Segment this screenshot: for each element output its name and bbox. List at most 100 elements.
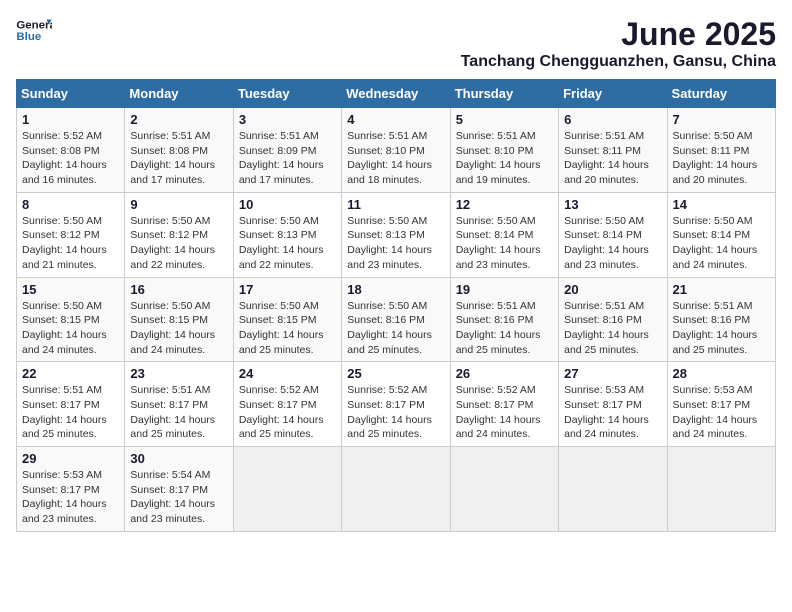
day-info: Sunrise: 5:50 AM Sunset: 8:15 PM Dayligh…	[22, 299, 119, 358]
svg-text:General: General	[16, 19, 52, 31]
day-number: 16	[130, 282, 227, 297]
day-info: Sunrise: 5:50 AM Sunset: 8:14 PM Dayligh…	[673, 214, 770, 273]
day-cell: 30Sunrise: 5:54 AM Sunset: 8:17 PM Dayli…	[125, 447, 233, 532]
day-info: Sunrise: 5:51 AM Sunset: 8:17 PM Dayligh…	[130, 383, 227, 442]
day-cell	[667, 447, 775, 532]
week-row-4: 29 Sunrise: 5:53 AM Sunset: 8:17 PM Dayli…	[17, 447, 776, 532]
day-cell: 13 Sunrise: 5:50 AM Sunset: 8:14 PM Dayli…	[559, 192, 667, 277]
day-number: 20	[564, 282, 661, 297]
day-cell	[450, 447, 558, 532]
day-info: Sunrise: 5:50 AM Sunset: 8:15 PM Dayligh…	[130, 299, 227, 358]
day-cell: 20 Sunrise: 5:51 AM Sunset: 8:16 PM Dayli…	[559, 277, 667, 362]
day-cell: 5 Sunrise: 5:51 AM Sunset: 8:10 PM Daylig…	[450, 108, 558, 193]
day-number: 13	[564, 197, 661, 212]
day-number: 4	[347, 112, 444, 127]
day-cell: 21Sunrise: 5:51 AM Sunset: 8:16 PM Dayli…	[667, 277, 775, 362]
day-number: 8	[22, 197, 119, 212]
day-info: Sunrise: 5:50 AM Sunset: 8:13 PM Dayligh…	[239, 214, 336, 273]
day-cell: 9Sunrise: 5:50 AM Sunset: 8:12 PM Daylig…	[125, 192, 233, 277]
day-number: 2	[130, 112, 227, 127]
day-cell: 18 Sunrise: 5:50 AM Sunset: 8:16 PM Dayli…	[342, 277, 450, 362]
day-cell: 4 Sunrise: 5:51 AM Sunset: 8:10 PM Daylig…	[342, 108, 450, 193]
day-number: 7	[673, 112, 770, 127]
day-number: 23	[130, 366, 227, 381]
day-cell: 8 Sunrise: 5:50 AM Sunset: 8:12 PM Daylig…	[17, 192, 125, 277]
day-cell: 28 Sunrise: 5:53 AM Sunset: 8:17 PM Dayli…	[667, 362, 775, 447]
day-cell: 19Sunrise: 5:51 AM Sunset: 8:16 PM Dayli…	[450, 277, 558, 362]
week-row-1: 8 Sunrise: 5:50 AM Sunset: 8:12 PM Daylig…	[17, 192, 776, 277]
day-info: Sunrise: 5:53 AM Sunset: 8:17 PM Dayligh…	[564, 383, 661, 442]
day-info: Sunrise: 5:51 AM Sunset: 8:09 PM Dayligh…	[239, 129, 336, 188]
header: General Blue June 2025 Tanchang Chenggua…	[16, 16, 776, 71]
day-info: Sunrise: 5:50 AM Sunset: 8:12 PM Dayligh…	[22, 214, 119, 273]
day-cell: 2 Sunrise: 5:51 AM Sunset: 8:08 PM Daylig…	[125, 108, 233, 193]
day-cell: 7 Sunrise: 5:50 AM Sunset: 8:11 PM Daylig…	[667, 108, 775, 193]
day-number: 19	[456, 282, 553, 297]
day-info: Sunrise: 5:51 AM Sunset: 8:16 PM Dayligh…	[564, 299, 661, 358]
day-info: Sunrise: 5:53 AM Sunset: 8:17 PM Dayligh…	[22, 468, 119, 527]
svg-text:Blue: Blue	[16, 31, 41, 43]
day-info: Sunrise: 5:50 AM Sunset: 8:13 PM Dayligh…	[347, 214, 444, 273]
day-number: 10	[239, 197, 336, 212]
day-cell: 22 Sunrise: 5:51 AM Sunset: 8:17 PM Dayli…	[17, 362, 125, 447]
day-info: Sunrise: 5:52 AM Sunset: 8:17 PM Dayligh…	[456, 383, 553, 442]
day-info: Sunrise: 5:53 AM Sunset: 8:17 PM Dayligh…	[673, 383, 770, 442]
day-info: Sunrise: 5:52 AM Sunset: 8:17 PM Dayligh…	[347, 383, 444, 442]
day-info: Sunrise: 5:50 AM Sunset: 8:14 PM Dayligh…	[456, 214, 553, 273]
day-cell: 15 Sunrise: 5:50 AM Sunset: 8:15 PM Dayli…	[17, 277, 125, 362]
header-cell-tuesday: Tuesday	[233, 80, 341, 108]
day-number: 28	[673, 366, 770, 381]
week-row-0: 1Sunrise: 5:52 AM Sunset: 8:08 PM Daylig…	[17, 108, 776, 193]
calendar-body: 1Sunrise: 5:52 AM Sunset: 8:08 PM Daylig…	[17, 108, 776, 532]
day-info: Sunrise: 5:50 AM Sunset: 8:15 PM Dayligh…	[239, 299, 336, 358]
day-number: 22	[22, 366, 119, 381]
day-cell: 1Sunrise: 5:52 AM Sunset: 8:08 PM Daylig…	[17, 108, 125, 193]
location-title: Tanchang Chengguanzhen, Gansu, China	[461, 53, 776, 71]
day-cell: 29 Sunrise: 5:53 AM Sunset: 8:17 PM Dayli…	[17, 447, 125, 532]
day-info: Sunrise: 5:51 AM Sunset: 8:08 PM Dayligh…	[130, 129, 227, 188]
header-cell-sunday: Sunday	[17, 80, 125, 108]
header-cell-friday: Friday	[559, 80, 667, 108]
day-number: 18	[347, 282, 444, 297]
day-number: 17	[239, 282, 336, 297]
calendar: SundayMondayTuesdayWednesdayThursdayFrid…	[16, 79, 776, 532]
header-cell-thursday: Thursday	[450, 80, 558, 108]
day-cell: 6 Sunrise: 5:51 AM Sunset: 8:11 PM Daylig…	[559, 108, 667, 193]
day-number: 5	[456, 112, 553, 127]
day-info: Sunrise: 5:50 AM Sunset: 8:12 PM Dayligh…	[130, 214, 227, 273]
day-info: Sunrise: 5:50 AM Sunset: 8:16 PM Dayligh…	[347, 299, 444, 358]
day-number: 27	[564, 366, 661, 381]
day-number: 6	[564, 112, 661, 127]
day-cell: 24Sunrise: 5:52 AM Sunset: 8:17 PM Dayli…	[233, 362, 341, 447]
header-cell-monday: Monday	[125, 80, 233, 108]
day-cell: 12Sunrise: 5:50 AM Sunset: 8:14 PM Dayli…	[450, 192, 558, 277]
header-cell-wednesday: Wednesday	[342, 80, 450, 108]
day-info: Sunrise: 5:51 AM Sunset: 8:10 PM Dayligh…	[347, 129, 444, 188]
week-row-2: 15 Sunrise: 5:50 AM Sunset: 8:15 PM Dayli…	[17, 277, 776, 362]
day-number: 3	[239, 112, 336, 127]
day-cell: 23 Sunrise: 5:51 AM Sunset: 8:17 PM Dayli…	[125, 362, 233, 447]
day-number: 29	[22, 451, 119, 466]
logo-icon: General Blue	[16, 16, 52, 46]
day-info: Sunrise: 5:50 AM Sunset: 8:14 PM Dayligh…	[564, 214, 661, 273]
day-number: 25	[347, 366, 444, 381]
day-cell: 10 Sunrise: 5:50 AM Sunset: 8:13 PM Dayli…	[233, 192, 341, 277]
day-number: 15	[22, 282, 119, 297]
day-cell: 26 Sunrise: 5:52 AM Sunset: 8:17 PM Dayli…	[450, 362, 558, 447]
day-info: Sunrise: 5:51 AM Sunset: 8:11 PM Dayligh…	[564, 129, 661, 188]
day-number: 30	[130, 451, 227, 466]
day-info: Sunrise: 5:50 AM Sunset: 8:11 PM Dayligh…	[673, 129, 770, 188]
day-info: Sunrise: 5:51 AM Sunset: 8:10 PM Dayligh…	[456, 129, 553, 188]
day-number: 26	[456, 366, 553, 381]
logo: General Blue	[16, 16, 52, 46]
day-cell: 16 Sunrise: 5:50 AM Sunset: 8:15 PM Dayli…	[125, 277, 233, 362]
day-info: Sunrise: 5:52 AM Sunset: 8:17 PM Dayligh…	[239, 383, 336, 442]
day-cell	[233, 447, 341, 532]
day-cell: 25 Sunrise: 5:52 AM Sunset: 8:17 PM Dayli…	[342, 362, 450, 447]
day-info: Sunrise: 5:51 AM Sunset: 8:17 PM Dayligh…	[22, 383, 119, 442]
day-info: Sunrise: 5:51 AM Sunset: 8:16 PM Dayligh…	[673, 299, 770, 358]
day-cell	[559, 447, 667, 532]
week-row-3: 22 Sunrise: 5:51 AM Sunset: 8:17 PM Dayli…	[17, 362, 776, 447]
day-cell: 27 Sunrise: 5:53 AM Sunset: 8:17 PM Dayli…	[559, 362, 667, 447]
day-cell: 14Sunrise: 5:50 AM Sunset: 8:14 PM Dayli…	[667, 192, 775, 277]
